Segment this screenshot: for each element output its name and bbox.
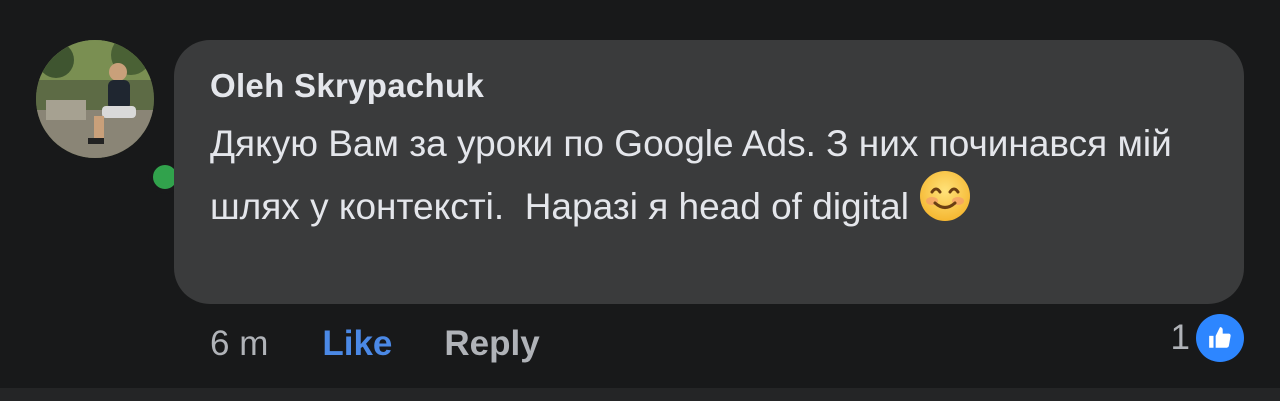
comment-actions: 6 m Like Reply [210, 322, 540, 366]
like-reaction-icon [1196, 314, 1244, 362]
comment-text: Дякую Вам за уроки по Google Ads. З них … [210, 123, 1183, 227]
reactions-summary[interactable]: 1 [1171, 314, 1244, 362]
like-button[interactable]: Like [322, 324, 392, 364]
reply-button[interactable]: Reply [444, 324, 539, 364]
avatar[interactable] [36, 40, 154, 158]
smiling-face-icon [919, 170, 971, 240]
avatar-photo [36, 40, 154, 158]
comment-container: Oleh Skrypachuk Дякую Вам за уроки по Go… [0, 0, 1280, 401]
reaction-count: 1 [1170, 318, 1190, 357]
comment-bubble: Oleh Skrypachuk Дякую Вам за уроки по Go… [174, 40, 1244, 304]
comment-timestamp[interactable]: 6 m [210, 324, 268, 364]
comment-body: Дякую Вам за уроки по Google Ads. З них … [210, 114, 1210, 244]
avatar-wrapper[interactable] [36, 40, 182, 194]
comment-author[interactable]: Oleh Skrypachuk [210, 66, 1208, 106]
bottom-divider [0, 388, 1280, 401]
